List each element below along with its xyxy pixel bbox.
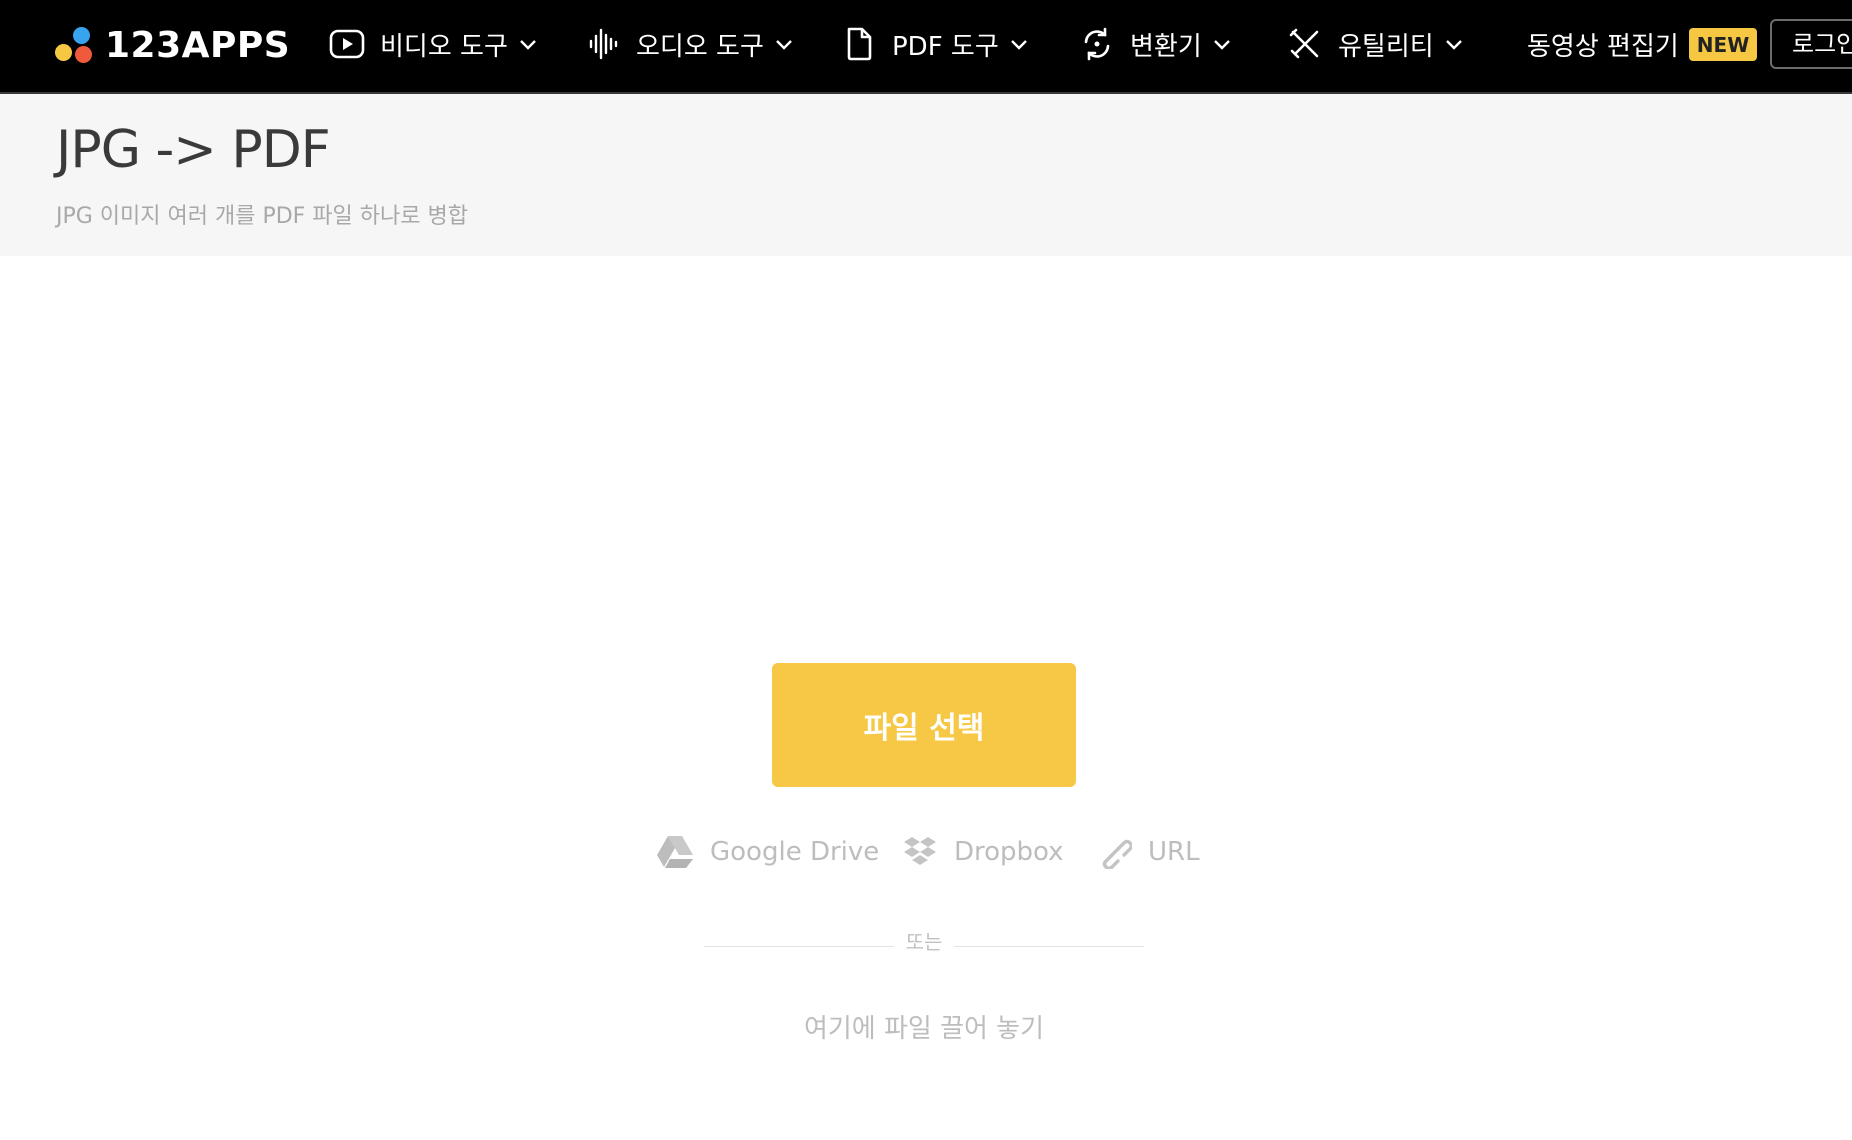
nav-audio-tools-label: 오디오 도구 — [636, 31, 764, 62]
nav-converter-label: 변환기 — [1130, 31, 1202, 62]
top-navigation-bar: 123APPS 비디오 도구 오디오 도구 PDF 도구 변환기 유틸리티 동영… — [0, 0, 1852, 94]
nav-utilities-label: 유틸리티 — [1338, 31, 1434, 62]
dropbox-button[interactable]: Dropbox — [902, 830, 1064, 874]
audio-wave-icon — [584, 25, 622, 63]
chevron-down-icon — [1445, 40, 1462, 50]
google-drive-label: Google Drive — [710, 837, 880, 867]
tools-icon — [1286, 25, 1324, 63]
nav-converter[interactable]: 변환기 — [1078, 22, 1234, 66]
divider-left — [704, 946, 894, 947]
document-icon — [840, 25, 878, 63]
chevron-down-icon — [1010, 40, 1027, 50]
convert-cycle-icon — [1078, 25, 1116, 63]
choose-file-button[interactable]: 파일 선택 — [772, 663, 1076, 787]
url-label: URL — [1148, 837, 1200, 867]
dropbox-label: Dropbox — [954, 837, 1064, 867]
nav-audio-tools[interactable]: 오디오 도구 — [584, 22, 796, 66]
logo-dots-icon — [55, 26, 95, 66]
chevron-down-icon — [776, 40, 792, 50]
nav-pdf-tools-label: PDF 도구 — [892, 31, 999, 62]
new-badge: NEW — [1688, 27, 1758, 61]
nav-video-tools[interactable]: 비디오 도구 — [328, 22, 540, 66]
login-button[interactable]: 로그인 — [1770, 19, 1852, 69]
dropbox-icon — [904, 837, 936, 865]
divider-right — [954, 946, 1144, 947]
google-drive-icon — [657, 836, 693, 868]
nav-utilities[interactable]: 유틸리티 — [1286, 22, 1466, 66]
drop-zone-label: 여기에 파일 끌어 놓기 — [803, 1014, 1045, 1044]
page-header: JPG -> PDF JPG 이미지 여러 개를 PDF 파일 하나로 병합 — [0, 94, 1852, 256]
nav-video-tools-label: 비디오 도구 — [380, 31, 508, 62]
page-title: JPG -> PDF — [56, 120, 331, 180]
app-logo[interactable]: 123APPS — [55, 26, 290, 66]
or-label: 또는 — [905, 930, 943, 954]
url-button[interactable]: URL — [1098, 830, 1200, 874]
logo-text: 123APPS — [105, 25, 291, 66]
video-play-icon — [328, 25, 366, 63]
chevron-down-icon — [520, 40, 536, 50]
google-drive-button[interactable]: Google Drive — [656, 830, 879, 874]
nav-pdf-tools[interactable]: PDF 도구 — [840, 22, 1031, 66]
nav-video-editor-label: 동영상 편집기 — [1527, 31, 1679, 62]
chevron-down-icon — [1213, 40, 1230, 50]
page-subtitle: JPG 이미지 여러 개를 PDF 파일 하나로 병합 — [56, 204, 468, 229]
nav-video-editor[interactable]: 동영상 편집기 NEW — [1527, 22, 1758, 66]
link-icon — [1102, 839, 1132, 869]
